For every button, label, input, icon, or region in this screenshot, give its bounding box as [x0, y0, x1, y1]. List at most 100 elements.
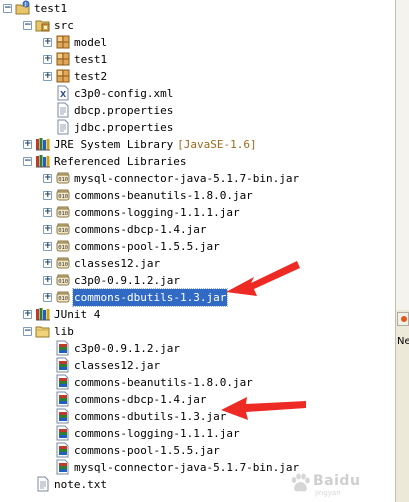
tree-item-decoration: [JavaSE-1.6]: [177, 138, 257, 151]
jar-icon: 010: [55, 289, 71, 305]
project-icon: J: [15, 0, 31, 16]
right-panel-strip: Ne: [395, 0, 409, 502]
ref-jar-mysql-connector[interactable]: +010 mysql-connector-java-5.1.7-bin.jar: [0, 170, 395, 187]
svg-text:010: 010: [58, 279, 68, 285]
collapse-toggle-icon[interactable]: −: [23, 157, 32, 166]
collapse-toggle-icon[interactable]: −: [23, 327, 32, 336]
package-model[interactable]: + model: [0, 34, 395, 51]
svg-text:010: 010: [58, 296, 68, 302]
ref-jar-commons-dbcp[interactable]: +010 commons-dbcp-1.4.jar: [0, 221, 395, 238]
tree-item-label: mysql-connector-java-5.1.7-bin.jar: [74, 461, 300, 474]
watermark-text: Baidu: [313, 473, 361, 489]
lib-folder[interactable]: − lib: [0, 323, 395, 340]
jar-file-icon: [55, 374, 71, 390]
tree-item-label: JUnit 4: [54, 308, 101, 321]
expand-toggle-icon[interactable]: +: [43, 72, 52, 81]
expand-toggle-icon[interactable]: +: [23, 310, 32, 319]
expand-toggle-icon[interactable]: +: [43, 174, 52, 183]
tree-item-label: classes12.jar: [74, 359, 161, 372]
tree-item-label: test1: [74, 53, 108, 66]
jar-file-icon: [55, 391, 71, 407]
watermark: Baidu jingyan: [289, 471, 395, 497]
tree-item-label: Referenced Libraries: [54, 155, 187, 168]
ref-jar-classes12[interactable]: +010 classes12.jar: [0, 255, 395, 272]
tree-item-label: c3p0-config.xml: [74, 87, 174, 100]
tree-item-label: commons-pool-1.5.5.jar: [74, 240, 220, 253]
jar-icon: 010: [55, 221, 71, 237]
expand-toggle-icon[interactable]: +: [43, 293, 52, 302]
file-dbcp-properties[interactable]: dbcp.properties: [0, 102, 395, 119]
tree-item-label: test2: [74, 70, 108, 83]
tree-item-label: dbcp.properties: [74, 104, 174, 117]
lib-jar-commons-logging[interactable]: commons-logging-1.1.1.jar: [0, 425, 395, 442]
tree-item-label: commons-beanutils-1.8.0.jar: [74, 189, 253, 202]
tree-item-label: commons-pool-1.5.5.jar: [74, 444, 220, 457]
svg-text:010: 010: [58, 211, 68, 217]
lib-jar-commons-beanutils[interactable]: commons-beanutils-1.8.0.jar: [0, 374, 395, 391]
svg-text:010: 010: [58, 262, 68, 268]
svg-text:010: 010: [58, 194, 68, 200]
ref-jar-c3p0[interactable]: +010 c3p0-0.9.1.2.jar: [0, 272, 395, 289]
xml-file-icon: X: [55, 85, 71, 101]
jar-icon: 010: [55, 187, 71, 203]
tree-item-label: commons-logging-1.1.1.jar: [74, 427, 240, 440]
collapse-toggle-icon[interactable]: −: [23, 21, 32, 30]
lib-jar-commons-dbcp[interactable]: commons-dbcp-1.4.jar: [0, 391, 395, 408]
ref-jar-commons-beanutils[interactable]: +010 commons-beanutils-1.8.0.jar: [0, 187, 395, 204]
jar-file-icon: [55, 442, 71, 458]
tree-item-label: jdbc.properties: [74, 121, 174, 134]
ref-jar-commons-logging[interactable]: +010 commons-logging-1.1.1.jar: [0, 204, 395, 221]
text-file-icon: [55, 119, 71, 135]
expand-toggle-icon[interactable]: +: [23, 140, 32, 149]
lib-jar-commons-dbutils[interactable]: commons-dbutils-1.3.jar: [0, 408, 395, 425]
expand-toggle-icon[interactable]: +: [43, 208, 52, 217]
text-file-icon: [35, 476, 51, 492]
view-tab-button[interactable]: [397, 312, 409, 326]
jre-system-library[interactable]: + JRE System Library [JavaSE-1.6]: [0, 136, 395, 153]
ref-jar-commons-pool[interactable]: +010 commons-pool-1.5.5.jar: [0, 238, 395, 255]
expand-toggle-icon[interactable]: +: [43, 55, 52, 64]
jar-file-icon: [55, 408, 71, 424]
paw-logo-icon: [291, 473, 310, 492]
jar-file-icon: [55, 425, 71, 441]
junit-4-library[interactable]: + JUnit 4: [0, 306, 395, 323]
package-explorer-tree: − Jtest1− src + model + test1 + test2 Xc3p0-confi…: [0, 0, 395, 502]
right-panel-label: Ne: [397, 336, 409, 347]
tree-item-label: src: [54, 19, 74, 32]
project-test1[interactable]: − Jtest1: [0, 0, 395, 17]
expand-toggle-icon[interactable]: +: [43, 225, 52, 234]
right-panel-area: [396, 0, 409, 310]
lib-jar-commons-pool[interactable]: commons-pool-1.5.5.jar: [0, 442, 395, 459]
expand-toggle-icon[interactable]: +: [43, 259, 52, 268]
expand-toggle-icon[interactable]: +: [43, 276, 52, 285]
tree-item-label: commons-dbcp-1.4.jar: [74, 393, 207, 406]
expand-toggle-icon[interactable]: +: [43, 191, 52, 200]
package-test2[interactable]: + test2: [0, 68, 395, 85]
tree-item-label: c3p0-0.9.1.2.jar: [74, 342, 180, 355]
tree-item-label: note.txt: [54, 478, 107, 491]
src-folder[interactable]: − src: [0, 17, 395, 34]
package-test1[interactable]: + test1: [0, 51, 395, 68]
file-jdbc-properties[interactable]: jdbc.properties: [0, 119, 395, 136]
jar-file-icon: [55, 459, 71, 475]
file-c3p0-config-xml[interactable]: Xc3p0-config.xml: [0, 85, 395, 102]
referenced-libraries[interactable]: − Referenced Libraries: [0, 153, 395, 170]
collapse-toggle-icon[interactable]: −: [3, 4, 12, 13]
jar-icon: 010: [55, 238, 71, 254]
ref-jar-commons-dbutils[interactable]: +010 commons-dbutils-1.3.jar: [0, 288, 395, 307]
tree-item-label: JRE System Library: [54, 138, 174, 151]
svg-text:X: X: [60, 90, 67, 99]
library-icon: [35, 306, 51, 322]
expand-toggle-icon[interactable]: +: [43, 242, 52, 251]
tree-item-label: commons-dbcp-1.4.jar: [74, 223, 207, 236]
text-file-icon: [55, 102, 71, 118]
expand-toggle-icon[interactable]: +: [43, 38, 52, 47]
jar-file-icon: [55, 340, 71, 356]
library-icon: [35, 136, 51, 152]
package-icon: [55, 34, 71, 50]
lib-jar-c3p0[interactable]: c3p0-0.9.1.2.jar: [0, 340, 395, 357]
view-icon: [401, 316, 407, 322]
tree-item-label: mysql-connector-java-5.1.7-bin.jar: [74, 172, 300, 185]
tree-item-label: c3p0-0.9.1.2.jar: [74, 274, 180, 287]
lib-jar-classes12[interactable]: classes12.jar: [0, 357, 395, 374]
